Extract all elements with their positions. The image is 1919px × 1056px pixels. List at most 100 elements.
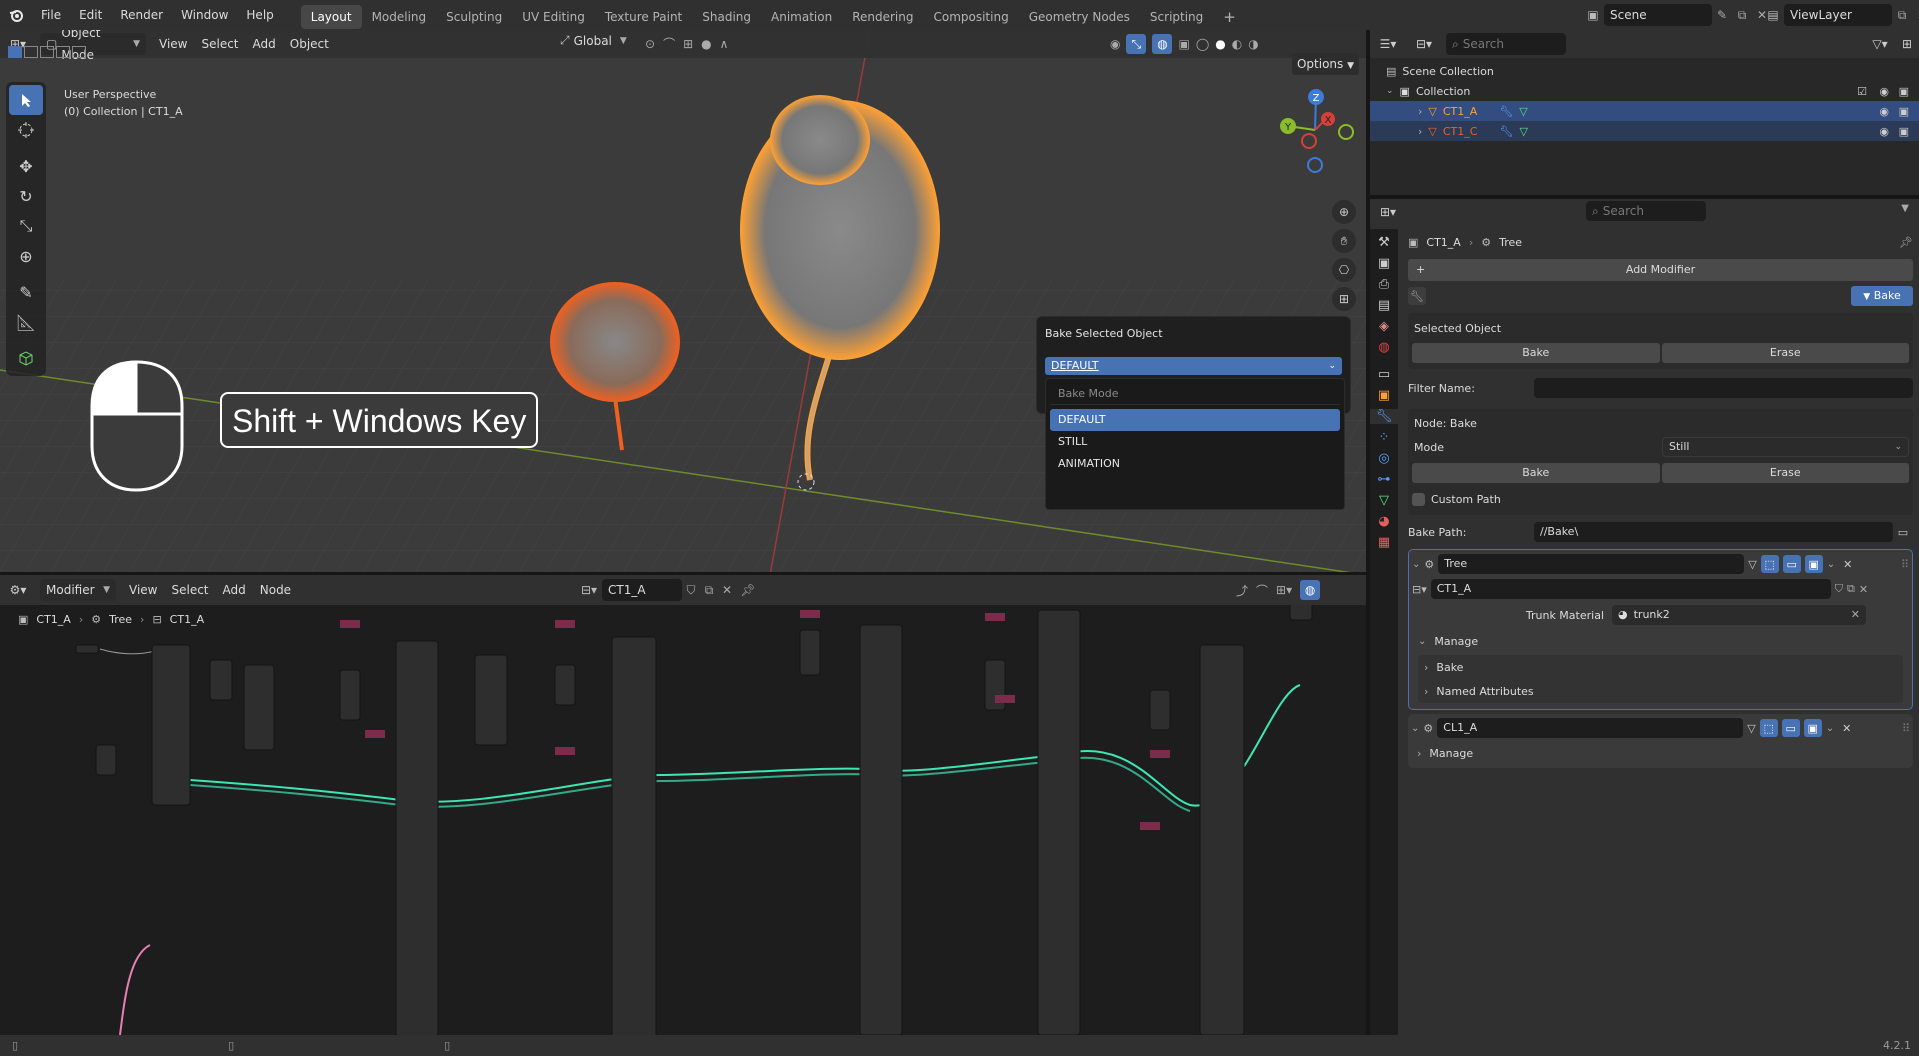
menu-file[interactable]: File (32, 0, 70, 30)
new-scene-icon[interactable]: ⧉ (1732, 8, 1752, 23)
bake-mode-option-animation[interactable]: ANIMATION (1050, 453, 1340, 475)
proportional-edit-icon[interactable]: ● (701, 37, 711, 51)
tab-texture-paint[interactable]: Texture Paint (595, 5, 692, 29)
world-tab-icon[interactable]: ◍ (1378, 340, 1389, 355)
tab-compositing[interactable]: Compositing (923, 5, 1018, 29)
node-menu-node[interactable]: Node (253, 579, 298, 601)
pin-icon[interactable]: ✎ (1712, 8, 1732, 22)
menu-object[interactable]: Object (283, 33, 336, 55)
navigation-gizmo[interactable]: Z Y X (1270, 85, 1360, 195)
chevron-right-icon[interactable]: › (1418, 105, 1422, 118)
tab-shading[interactable]: Shading (692, 5, 761, 29)
select-mode-invert-icon[interactable] (56, 46, 70, 58)
modifier-wrench-icon[interactable]: 🔧︎ (1499, 125, 1513, 138)
menu-help[interactable]: Help (237, 0, 282, 30)
texture-tab-icon[interactable]: ▦ (1378, 535, 1390, 550)
duplicate-icon[interactable]: ⧉ (700, 583, 718, 598)
chevron-down-icon[interactable]: ⌄ (1386, 86, 1394, 96)
falloff-icon[interactable]: ∧ (720, 37, 729, 51)
wrench-icon[interactable]: 🔧︎ (1408, 287, 1426, 305)
close-icon[interactable]: ✕ (1842, 722, 1851, 735)
edit-mode-toggle-icon[interactable]: ▽ (1748, 558, 1756, 571)
viewlayer-name-field[interactable]: ViewLayer (1784, 4, 1892, 26)
subpanel-bake[interactable]: › Bake (1418, 655, 1903, 679)
pan-hand-icon[interactable]: ✋︎ (1332, 229, 1356, 253)
node-erase-button[interactable]: Erase (1661, 463, 1909, 483)
editor-type-icon[interactable]: ☰▾ (1370, 37, 1406, 51)
mesh-data-icon[interactable]: ▽ (1519, 105, 1527, 118)
pin-icon[interactable]: 📌︎ (736, 583, 760, 597)
fake-user-shield-icon[interactable]: ⛉ (682, 583, 700, 598)
rotate-tool-icon[interactable]: ↻ (9, 181, 43, 211)
menu-edit[interactable]: Edit (70, 0, 111, 30)
physics-tab-icon[interactable]: ◎ (1378, 451, 1389, 466)
chevron-down-icon[interactable]: ⌄ (1411, 723, 1419, 734)
constraints-tab-icon[interactable]: ⊶ (1378, 472, 1391, 487)
editor-type-icon[interactable]: ⊞▾ (1370, 205, 1406, 219)
modifier-name-field[interactable]: CL1_A (1437, 718, 1744, 738)
material-tab-icon[interactable]: ◕ (1378, 514, 1389, 529)
select-mode-intersect-icon[interactable] (72, 46, 86, 58)
zoom-icon[interactable]: ⊕ (1332, 200, 1356, 224)
chevron-down-icon[interactable]: ⌄ (1412, 559, 1420, 570)
bake-panel-toggle[interactable]: ▼ Bake (1851, 286, 1913, 306)
tab-sculpting[interactable]: Sculpting (436, 5, 512, 29)
view-layer-tab-icon[interactable]: ▤ (1378, 298, 1390, 313)
render-tab-icon[interactable]: ▣ (1378, 256, 1390, 271)
camera-icon[interactable]: ▣ (1899, 105, 1909, 118)
edit-mode-toggle-icon[interactable]: ▽ (1747, 722, 1755, 735)
scene-selector[interactable]: ▣ Scene ✎ ⧉ ✕ (1582, 4, 1772, 26)
tab-animation[interactable]: Animation (761, 5, 842, 29)
camera-view-icon[interactable]: ⎔ (1332, 258, 1356, 282)
geometry-node-editor[interactable]: ⚙▾ Modifier ▼ View Select Add Node ⊟▾ CT… (0, 575, 1366, 1035)
unlink-icon[interactable]: ✕ (718, 583, 736, 597)
select-mode-subtract-icon[interactable] (40, 46, 54, 58)
scene-tab-icon[interactable]: ◈ (1379, 319, 1389, 334)
new-collection-icon[interactable]: ⊞ (1895, 37, 1919, 51)
tool-tab-icon[interactable]: ⚒ (1378, 235, 1390, 250)
eye-icon[interactable]: ◉ (1879, 105, 1889, 118)
select-mode-new-icon[interactable] (8, 46, 22, 58)
xray-icon[interactable]: ▣ (1178, 37, 1189, 51)
bake-path-input[interactable]: //Bake\ (1534, 522, 1893, 542)
bake-mode-option-still[interactable]: STILL (1050, 431, 1340, 453)
viewport-toggle-icon[interactable]: ▭ (1781, 719, 1800, 737)
outliner-collection[interactable]: ⌄ ▣ Collection ☑ ◉ ▣ (1370, 81, 1919, 101)
scale-tool-icon[interactable]: ⤡ (9, 211, 43, 241)
material-shading-icon[interactable]: ◐ (1232, 37, 1242, 51)
mode-dropdown[interactable]: Still ⌄ (1662, 437, 1909, 457)
folder-icon[interactable]: ▭ (1893, 526, 1913, 539)
scene-name-field[interactable]: Scene (1604, 4, 1712, 26)
add-workspace-icon[interactable]: + (1213, 5, 1246, 29)
outliner-search-input[interactable]: ⌕ Search (1446, 33, 1566, 55)
snap-icon[interactable]: ⌒ (1256, 582, 1268, 599)
duplicate-icon[interactable]: ⧉ (1847, 582, 1855, 596)
solid-shading-icon[interactable]: ● (1215, 37, 1225, 51)
add-cube-tool-icon[interactable] (9, 343, 43, 373)
subpanel-named-attributes[interactable]: › Named Attributes (1418, 679, 1903, 703)
eye-icon[interactable]: ◉ (1879, 85, 1889, 98)
rendered-shading-icon[interactable]: ◑ (1248, 37, 1258, 51)
custom-path-checkbox[interactable] (1412, 492, 1425, 506)
camera-icon[interactable]: ▣ (1899, 125, 1909, 138)
menu-view[interactable]: View (152, 33, 194, 55)
overlay-toggle-icon[interactable]: ◍ (1152, 34, 1173, 54)
tab-uv-editing[interactable]: UV Editing (512, 5, 595, 29)
snap-target-icon[interactable]: ⊞ (683, 37, 693, 51)
tab-layout[interactable]: Layout (300, 4, 362, 29)
output-tab-icon[interactable]: ⎙ (1379, 277, 1389, 292)
particles-tab-icon[interactable]: ⁘ (1379, 430, 1390, 445)
camera-icon[interactable]: ▣ (1899, 85, 1909, 98)
annotate-tool-icon[interactable]: ✎ (9, 277, 43, 307)
wireframe-shading-icon[interactable]: ◯ (1196, 37, 1209, 51)
node-menu-view[interactable]: View (122, 579, 164, 601)
filter-name-input[interactable] (1534, 378, 1913, 398)
chevron-right-icon[interactable]: › (1418, 125, 1422, 138)
snap-icon[interactable]: ⌒ (663, 35, 675, 52)
chevron-down-icon[interactable]: ⌄ (1826, 723, 1834, 734)
transform-tool-icon[interactable]: ⊕ (9, 241, 43, 271)
node-menu-add[interactable]: Add (216, 579, 253, 601)
node-bake-button[interactable]: Bake (1412, 463, 1660, 483)
editor-type-icon[interactable]: ⚙▾ (0, 583, 36, 597)
properties-search-input[interactable]: ⌕ Search (1586, 201, 1706, 221)
